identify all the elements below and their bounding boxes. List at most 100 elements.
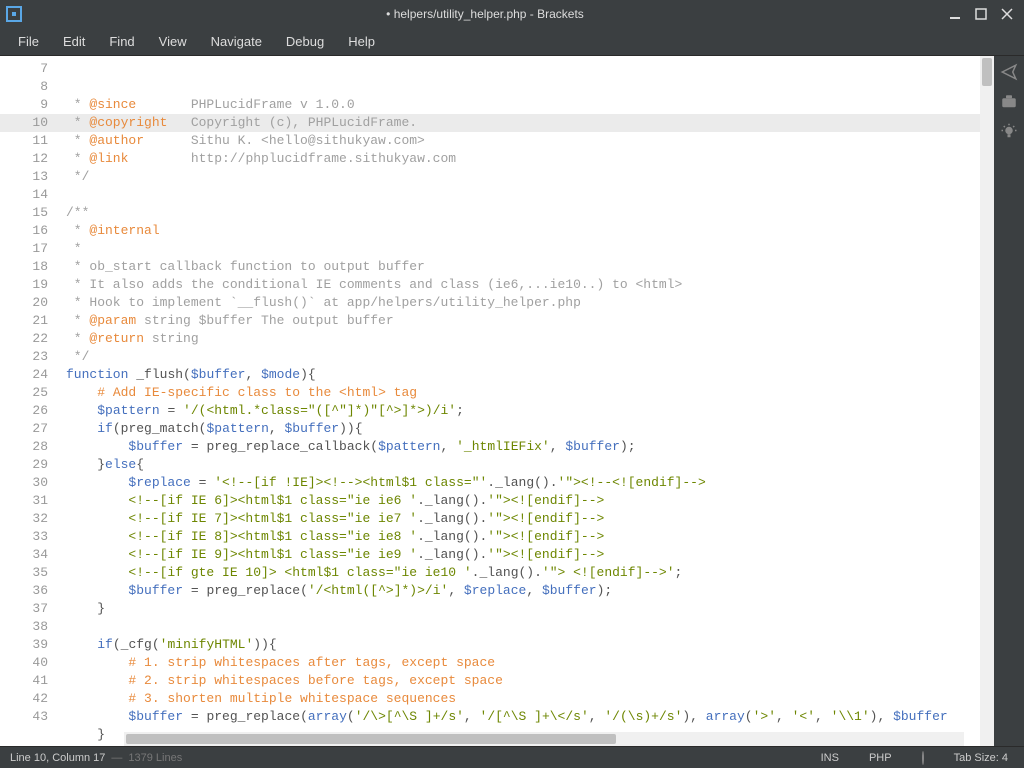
- line-number[interactable]: 31: [0, 492, 48, 510]
- lint-status[interactable]: [916, 752, 930, 764]
- code-line[interactable]: # 2. strip whitespaces before tags, exce…: [66, 672, 994, 690]
- menu-navigate[interactable]: Navigate: [201, 30, 272, 53]
- line-number[interactable]: 40: [0, 654, 48, 672]
- horizontal-scrollbar-thumb[interactable]: [126, 734, 616, 744]
- code-line[interactable]: if(_cfg('minifyHTML')){: [66, 636, 994, 654]
- line-number[interactable]: 13: [0, 168, 48, 186]
- titlebar: • helpers/utility_helper.php - Brackets: [0, 0, 1024, 28]
- code-line[interactable]: *: [66, 240, 994, 258]
- extension-manager-icon[interactable]: [999, 92, 1019, 112]
- code-line[interactable]: if(preg_match($pattern, $buffer)){: [66, 420, 994, 438]
- code-line[interactable]: $buffer = preg_replace_callback($pattern…: [66, 438, 994, 456]
- code-line[interactable]: }: [66, 600, 994, 618]
- code-line[interactable]: $replace = '<!--[if !IE]><!--><html$1 cl…: [66, 474, 994, 492]
- right-toolbar: [994, 56, 1024, 746]
- menu-edit[interactable]: Edit: [53, 30, 95, 53]
- code-line[interactable]: * @since PHPLucidFrame v 1.0.0: [66, 96, 994, 114]
- line-number[interactable]: 32: [0, 510, 48, 528]
- code-line[interactable]: <!--[if gte IE 10]> <html$1 class="ie ie…: [66, 564, 994, 582]
- line-number[interactable]: 36: [0, 582, 48, 600]
- line-number[interactable]: 16: [0, 222, 48, 240]
- maximize-button[interactable]: [974, 7, 988, 21]
- menu-file[interactable]: File: [8, 30, 49, 53]
- line-number[interactable]: 39: [0, 636, 48, 654]
- code-line[interactable]: * @return string: [66, 330, 994, 348]
- code-line[interactable]: * @internal: [66, 222, 994, 240]
- app-logo: [6, 6, 22, 22]
- line-number[interactable]: 35: [0, 564, 48, 582]
- line-number[interactable]: 19: [0, 276, 48, 294]
- code-line[interactable]: [66, 186, 994, 204]
- code-line[interactable]: $pattern = '/(<html.*class="([^"]*)"[^>]…: [66, 402, 994, 420]
- code-line[interactable]: function _flush($buffer, $mode){: [66, 366, 994, 384]
- code-line[interactable]: * ob_start callback function to output b…: [66, 258, 994, 276]
- horizontal-scrollbar[interactable]: [124, 732, 964, 746]
- line-number[interactable]: 42: [0, 690, 48, 708]
- code-line[interactable]: $buffer = preg_replace(array('/\>[^\S ]+…: [66, 708, 994, 726]
- line-number[interactable]: 11: [0, 132, 48, 150]
- line-number[interactable]: 23: [0, 348, 48, 366]
- live-preview-icon[interactable]: [999, 62, 1019, 82]
- cursor-position[interactable]: Line 10, Column 17: [10, 752, 105, 764]
- code-line[interactable]: <!--[if IE 9]><html$1 class="ie ie9 '._l…: [66, 546, 994, 564]
- line-number[interactable]: 33: [0, 528, 48, 546]
- code-line[interactable]: <!--[if IE 7]><html$1 class="ie ie7 '._l…: [66, 510, 994, 528]
- code-area[interactable]: * @since PHPLucidFrame v 1.0.0 * @copyri…: [62, 56, 994, 746]
- code-line[interactable]: * Hook to implement `__flush()` at app/h…: [66, 294, 994, 312]
- line-number[interactable]: 37: [0, 600, 48, 618]
- line-number[interactable]: 25: [0, 384, 48, 402]
- code-line[interactable]: <!--[if IE 6]><html$1 class="ie ie6 '._l…: [66, 492, 994, 510]
- line-number[interactable]: 12: [0, 150, 48, 168]
- code-line[interactable]: * @link http://phplucidframe.sithukyaw.c…: [66, 150, 994, 168]
- menu-view[interactable]: View: [149, 30, 197, 53]
- insert-mode[interactable]: INS: [815, 752, 845, 764]
- code-line[interactable]: # 3. shorten multiple whitespace sequenc…: [66, 690, 994, 708]
- line-number[interactable]: 7: [0, 60, 48, 78]
- close-button[interactable]: [1000, 7, 1014, 21]
- statusbar: Line 10, Column 17 — 1379 Lines INS PHP …: [0, 746, 1024, 768]
- line-number[interactable]: 10: [0, 114, 62, 132]
- vertical-scrollbar[interactable]: [980, 56, 994, 746]
- language-mode[interactable]: PHP: [863, 752, 898, 764]
- line-number[interactable]: 28: [0, 438, 48, 456]
- line-number[interactable]: 8: [0, 78, 48, 96]
- code-line[interactable]: # Add IE-specific class to the <html> ta…: [66, 384, 994, 402]
- line-number[interactable]: 38: [0, 618, 48, 636]
- menu-debug[interactable]: Debug: [276, 30, 334, 53]
- line-number[interactable]: 18: [0, 258, 48, 276]
- code-line[interactable]: /**: [66, 204, 994, 222]
- line-number[interactable]: 29: [0, 456, 48, 474]
- code-line[interactable]: * It also adds the conditional IE commen…: [66, 276, 994, 294]
- code-line[interactable]: * @param string $buffer The output buffe…: [66, 312, 994, 330]
- menu-help[interactable]: Help: [338, 30, 385, 53]
- code-line[interactable]: [66, 618, 994, 636]
- line-number[interactable]: 17: [0, 240, 48, 258]
- minimize-button[interactable]: [948, 7, 962, 21]
- code-line[interactable]: <!--[if IE 8]><html$1 class="ie ie8 '._l…: [66, 528, 994, 546]
- tab-size[interactable]: Tab Size: 4: [948, 752, 1014, 764]
- line-number[interactable]: 21: [0, 312, 48, 330]
- line-number[interactable]: 43: [0, 708, 48, 726]
- vertical-scrollbar-thumb[interactable]: [982, 58, 992, 86]
- gutter[interactable]: 7891011121314151617181920212223242526272…: [0, 56, 62, 746]
- code-line[interactable]: # 1. strip whitespaces after tags, excep…: [66, 654, 994, 672]
- code-line[interactable]: $buffer = preg_replace('/<html([^>]*)>/i…: [66, 582, 994, 600]
- line-number[interactable]: 27: [0, 420, 48, 438]
- code-line[interactable]: }else{: [66, 456, 994, 474]
- line-number[interactable]: 15: [0, 204, 48, 222]
- line-number[interactable]: 24: [0, 366, 48, 384]
- bulb-icon[interactable]: [999, 122, 1019, 142]
- line-number[interactable]: 20: [0, 294, 48, 312]
- code-line[interactable]: * @author Sithu K. <hello@sithukyaw.com>: [66, 132, 994, 150]
- line-number[interactable]: 30: [0, 474, 48, 492]
- menu-find[interactable]: Find: [99, 30, 144, 53]
- line-number[interactable]: 26: [0, 402, 48, 420]
- line-number[interactable]: 34: [0, 546, 48, 564]
- line-number[interactable]: 41: [0, 672, 48, 690]
- editor[interactable]: 7891011121314151617181920212223242526272…: [0, 56, 994, 746]
- line-number[interactable]: 9: [0, 96, 48, 114]
- code-line[interactable]: */: [66, 348, 994, 366]
- line-number[interactable]: 14: [0, 186, 48, 204]
- line-number[interactable]: 22: [0, 330, 48, 348]
- code-line[interactable]: */: [66, 168, 994, 186]
